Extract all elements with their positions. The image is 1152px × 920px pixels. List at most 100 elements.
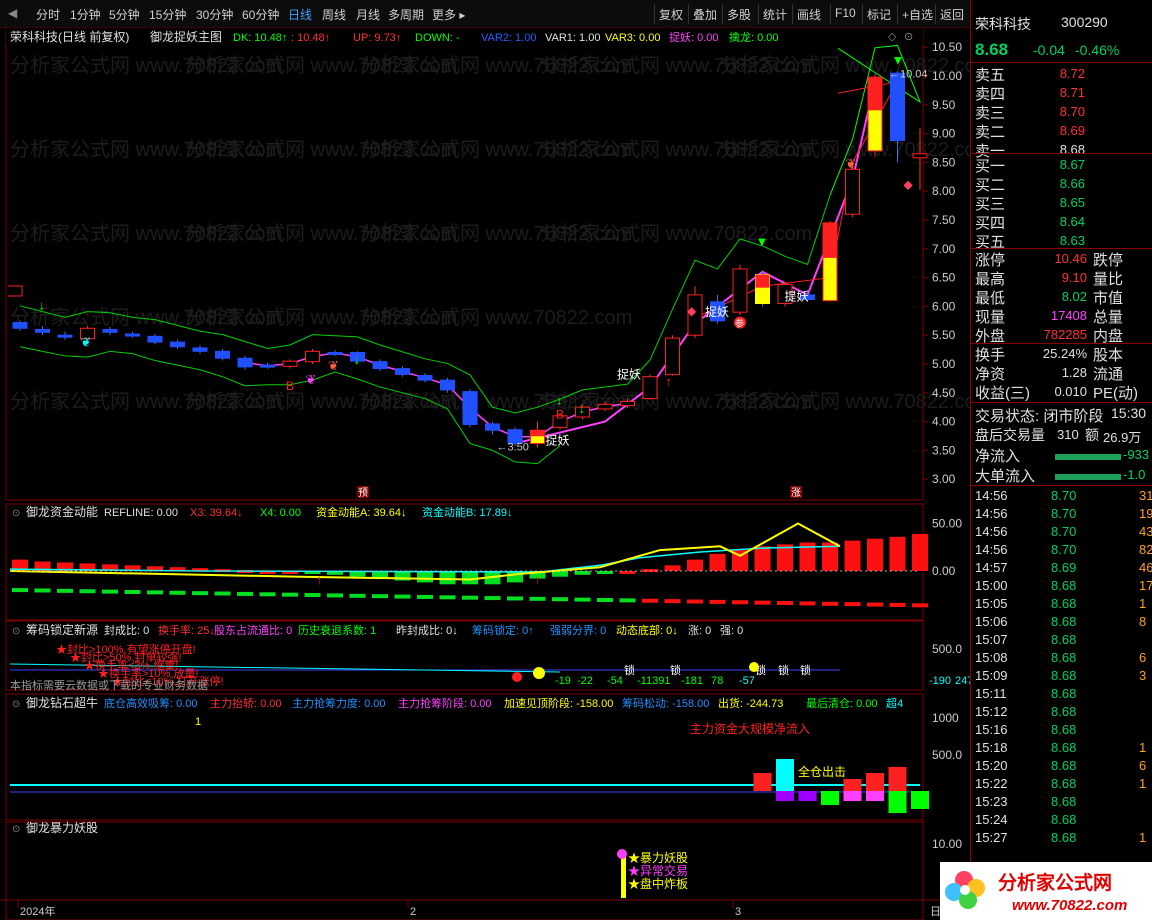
- tool-6[interactable]: 标记: [867, 6, 891, 23]
- tool-1[interactable]: 叠加: [693, 6, 717, 23]
- b-signal-icon: B: [556, 408, 564, 422]
- p2-stair: [192, 591, 208, 596]
- bid-label: 买二: [975, 177, 1006, 194]
- candle-top: [823, 222, 837, 258]
- candle: [147, 335, 163, 343]
- p2-bar: [754, 546, 771, 571]
- xaxis-label: 2: [410, 906, 416, 918]
- panel4-param: 底仓高效吸筹: 0.00: [104, 696, 198, 710]
- tick-time: 15:23: [975, 794, 1008, 809]
- candle: [462, 391, 478, 425]
- ytick-label: 4.00: [932, 415, 956, 429]
- panel3-param: 股东占流通比: 0: [214, 623, 292, 637]
- p2-stair: [912, 603, 928, 608]
- tool-0[interactable]: 复权: [659, 6, 683, 23]
- candle: [215, 350, 230, 359]
- p2-bar: [462, 571, 478, 585]
- tick-time: 15:11: [975, 686, 1007, 701]
- back-arrow-icon[interactable]: ◀: [8, 6, 17, 20]
- tick-price: 8.70: [1051, 542, 1077, 557]
- tick-time: 15:18: [975, 740, 1008, 755]
- tool-2[interactable]: 多股: [727, 6, 751, 23]
- candle: [440, 379, 455, 391]
- p2-stair: [484, 596, 501, 601]
- candle: [35, 328, 50, 333]
- period-8[interactable]: 月线: [356, 6, 380, 23]
- stat-label2: 总量: [1093, 309, 1124, 326]
- tick-time: 15:06: [975, 614, 1008, 629]
- candle: [395, 368, 410, 375]
- candle: [890, 72, 905, 142]
- tick-price: 8.68: [1051, 596, 1077, 611]
- tick-time: 15:05: [975, 596, 1008, 611]
- ytick-label: 7.50: [932, 213, 956, 227]
- tick-vol: 43: [1139, 524, 1152, 539]
- panel2-param: 资金动能B: 17.89↓: [422, 505, 512, 519]
- p3-num: -181: [681, 675, 703, 687]
- period-2[interactable]: 5分钟: [109, 6, 140, 23]
- tick-price: 8.68: [1051, 740, 1077, 755]
- ytick-label: 7.00: [932, 242, 956, 256]
- tick-vol: 6: [1139, 758, 1147, 773]
- tick-vol: 1740: [1139, 578, 1152, 593]
- p2-stair: [777, 601, 793, 606]
- tool-3[interactable]: 统计: [763, 6, 787, 23]
- period-9[interactable]: 多周期: [388, 6, 424, 23]
- p4-bar: [843, 779, 862, 791]
- period-4[interactable]: 30分钟: [196, 6, 233, 23]
- tool-7[interactable]: +自选: [902, 6, 933, 23]
- ytick-label: 6.00: [932, 299, 956, 313]
- indicator-param: VAR2: 1.00: [481, 32, 536, 44]
- p2-stair: [552, 597, 568, 602]
- tick-price: 8.68: [1051, 812, 1077, 827]
- indicator-name: 御龙捉妖主图: [150, 29, 222, 44]
- collapse-icon: ⊙: [12, 699, 20, 710]
- butterfly-icon: ❦: [328, 358, 339, 373]
- period-0[interactable]: 分时: [36, 6, 60, 23]
- net-inflow-value: -933: [1123, 447, 1150, 462]
- tick-price: 8.68: [1051, 776, 1077, 791]
- p2-stair: [34, 588, 51, 593]
- tool-5[interactable]: F10: [835, 6, 856, 20]
- candle: [12, 322, 28, 329]
- panel2-param: 资金动能A: 39.64↓: [316, 505, 406, 519]
- period-10[interactable]: 更多 ▸: [432, 6, 465, 23]
- p3-num: -19: [555, 675, 571, 687]
- p2-stair: [462, 595, 478, 600]
- after-amt-label: 额: [1085, 427, 1099, 443]
- arrow-up-icon: ↑: [666, 374, 673, 389]
- tick-time: 15:07: [975, 632, 1008, 647]
- panel-frame-3: [5, 693, 924, 821]
- tool-4[interactable]: 画线: [797, 6, 821, 23]
- candle: [485, 423, 500, 431]
- settings-icon: ◇: [888, 31, 897, 43]
- period-7[interactable]: 周线: [322, 6, 346, 23]
- candle: [327, 351, 343, 355]
- p2-stair: [259, 592, 276, 597]
- p2-stair: [529, 596, 546, 601]
- tick-time: 15:08: [975, 650, 1008, 665]
- panel4-one: 1: [195, 716, 201, 728]
- indicator-param: 捉妖: 0.00: [669, 30, 719, 44]
- period-5[interactable]: 60分钟: [242, 6, 279, 23]
- kline-chart[interactable]: 分析家公式网 www.70822.com 分析家公式网 www.70822.com…: [0, 28, 970, 920]
- panel4-param: 主力抬轿: 0.00: [210, 696, 282, 710]
- inflow-bar: [1055, 474, 1121, 480]
- fund-label2: PE(动): [1093, 385, 1139, 402]
- tick-price: 8.68: [1051, 722, 1077, 737]
- period-6[interactable]: 日线: [288, 6, 312, 23]
- low-price-label: ←3.50: [497, 441, 529, 453]
- p2-stair: [124, 590, 141, 594]
- p2-stair: [754, 600, 771, 605]
- period-3[interactable]: 15分钟: [149, 6, 186, 23]
- p2-stair: [619, 598, 636, 603]
- tick-price: 8.68: [1051, 650, 1077, 665]
- ytick-label: 10.00: [932, 69, 962, 83]
- tool-8[interactable]: 返回: [940, 6, 964, 23]
- indicator-param: : 10.48↑: [291, 32, 330, 44]
- ytick-label: 9.50: [932, 98, 956, 112]
- zhaoyao-label: 捉妖: [546, 433, 570, 448]
- period-1[interactable]: 1分钟: [70, 6, 101, 23]
- tick-time: 15:27: [975, 830, 1008, 845]
- p5-tag: ★异常交易: [628, 863, 688, 878]
